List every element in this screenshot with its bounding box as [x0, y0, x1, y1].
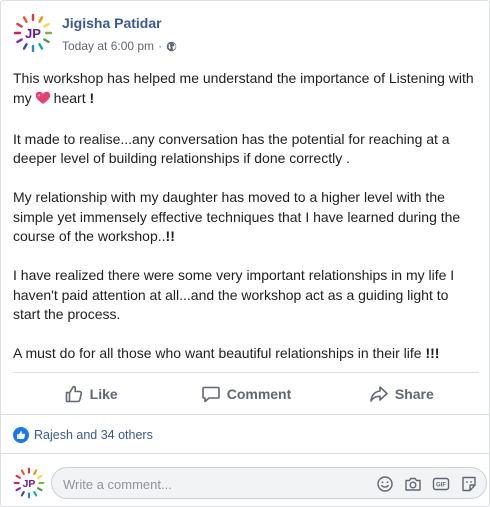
thumbs-up-icon [65, 385, 82, 403]
divider [1, 414, 489, 415]
like-reaction-icon [13, 427, 29, 443]
reactions-summary[interactable]: Rajesh and 34 others [13, 425, 153, 445]
comment-input-wrapper: GIF [51, 467, 487, 499]
divider [1, 453, 489, 454]
avatar[interactable]: JP [13, 13, 53, 53]
post-card: JP Jigisha Patidar Today at 6:00 pm · Th… [0, 0, 490, 507]
like-button[interactable]: Like [13, 374, 168, 414]
meta-separator: · [158, 39, 163, 53]
sparkling-heart-icon [35, 91, 51, 111]
divider [13, 372, 479, 373]
svg-text:GIF: GIF [436, 483, 446, 489]
sticker-icon[interactable] [460, 475, 478, 493]
timestamp[interactable]: Today at 6:00 pm [62, 39, 154, 53]
avatar[interactable]: JP [13, 467, 45, 499]
comment-composer: JP GIF [13, 464, 487, 500]
post-paragraph-1: This workshop has helped me understand t… [13, 69, 479, 110]
post-paragraph-5: A must do for all those who want beautif… [13, 345, 440, 361]
post-header: JP Jigisha Patidar Today at 6:00 pm · [13, 11, 473, 59]
gif-icon[interactable]: GIF [432, 475, 450, 493]
post-body: This workshop has helped me understand t… [13, 69, 479, 383]
author-name[interactable]: Jigisha Patidar [62, 15, 162, 31]
share-button[interactable]: Share [324, 374, 479, 414]
comment-icon [201, 386, 220, 403]
post-paragraph-3: My relationship with my daughter has mov… [13, 189, 461, 244]
post-meta: Today at 6:00 pm · [62, 39, 177, 53]
comment-input[interactable] [63, 474, 353, 494]
post-paragraph-4: I have realized there were some very imp… [13, 267, 455, 322]
comment-label: Comment [226, 386, 292, 402]
emoji-icon[interactable] [376, 475, 394, 493]
svg-text:JP: JP [23, 479, 36, 490]
post-paragraph-2: It made to realise...any conversation ha… [13, 130, 450, 167]
share-icon [370, 386, 388, 402]
post-actions: Like Comment Share [13, 374, 479, 414]
globe-icon[interactable] [166, 41, 177, 52]
reactions-text[interactable]: Rajesh and 34 others [34, 428, 153, 442]
camera-icon[interactable] [404, 475, 422, 493]
avatar-logo: JP [13, 13, 53, 53]
svg-text:JP: JP [25, 26, 41, 41]
share-label: Share [394, 386, 434, 402]
comment-tools: GIF [376, 475, 478, 493]
like-label: Like [89, 386, 118, 402]
comment-button[interactable]: Comment [168, 374, 323, 414]
